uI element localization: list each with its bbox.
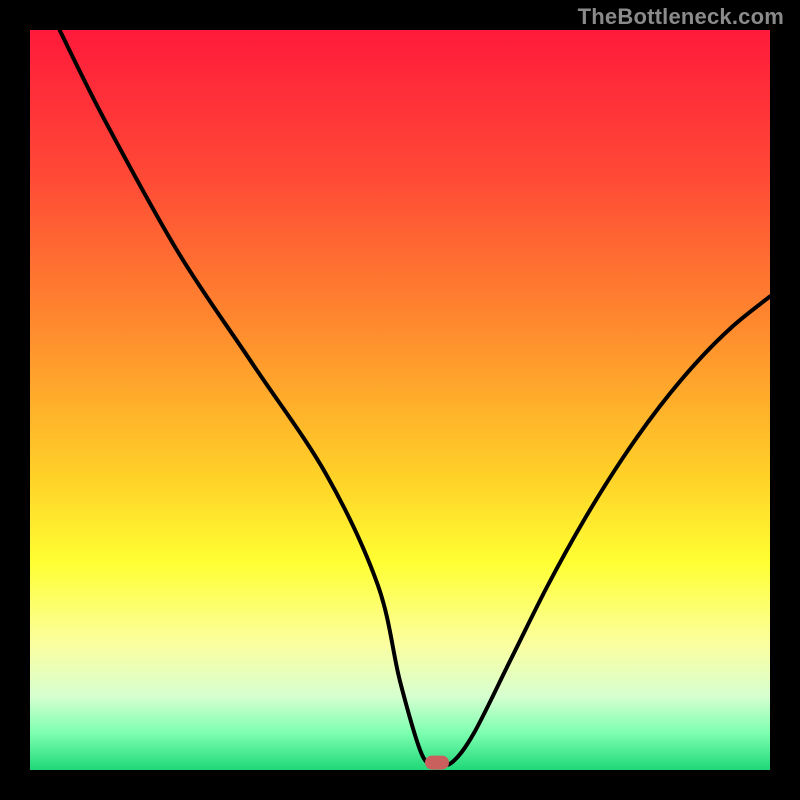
watermark-label: TheBottleneck.com (578, 4, 784, 30)
bottleneck-chart: TheBottleneck.com (0, 0, 800, 800)
optimum-marker (425, 756, 449, 770)
chart-canvas (0, 0, 800, 800)
